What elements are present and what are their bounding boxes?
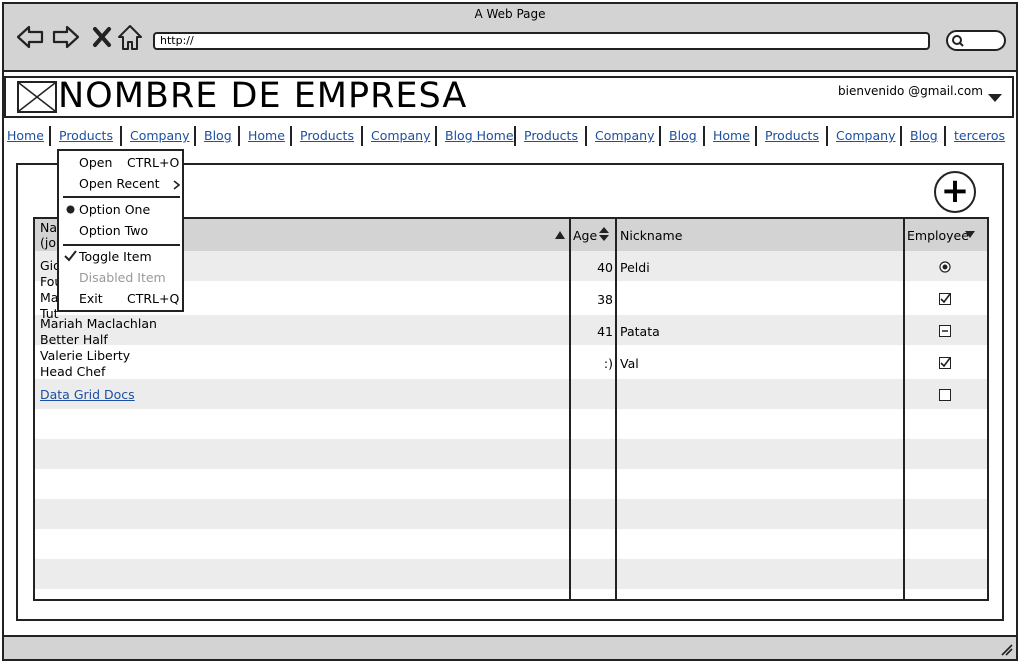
checkbox-indeterminate-icon[interactable] — [939, 325, 951, 337]
nav-link-blog[interactable]: Blog — [669, 128, 697, 144]
window-title: A Web Page — [474, 7, 546, 21]
context-menu: Open CTRL+O Open Recent Option One Optio… — [57, 149, 184, 312]
row-4-age: :) — [603, 356, 613, 371]
grid-stripe — [35, 379, 987, 409]
company-name: NOMBRE DE EMPRESA — [58, 76, 468, 116]
row-3-nickname: Patata — [620, 324, 660, 339]
sort-descending-icon[interactable] — [965, 231, 975, 238]
menu-item-exit-shortcut: CTRL+Q — [127, 291, 180, 306]
menu-divider — [63, 196, 180, 198]
menu-item-exit[interactable]: Exit — [79, 291, 103, 306]
grid-column-divider — [615, 219, 617, 599]
add-button[interactable]: + — [934, 171, 976, 213]
resize-grip-icon[interactable] — [1001, 644, 1013, 656]
nav-link-products[interactable]: Products — [59, 128, 113, 144]
menu-item-option-two[interactable]: Option Two — [79, 223, 148, 238]
grid-stripe — [35, 439, 987, 469]
row-3-age: 41 — [597, 324, 613, 339]
checkmark-icon — [64, 250, 77, 262]
grid-stripe — [35, 559, 987, 589]
nav-separator — [826, 126, 828, 146]
menu-item-open-shortcut: CTRL+O — [127, 155, 180, 170]
nav-separator — [194, 126, 196, 146]
row-1-nickname: Peldi — [620, 260, 650, 275]
radio-selected-icon[interactable] — [939, 261, 951, 273]
nav-link-company[interactable]: Company — [595, 128, 654, 144]
nav-link-home[interactable]: Home — [248, 128, 285, 144]
forward-icon[interactable] — [51, 22, 81, 52]
nav-separator — [755, 126, 757, 146]
nav-separator — [514, 126, 516, 146]
column-header-age[interactable]: Age — [573, 228, 597, 243]
menu-item-option-one[interactable]: Option One — [79, 202, 150, 217]
nav-separator — [703, 126, 705, 146]
row-2-age: 38 — [597, 292, 613, 307]
grid-stripe — [35, 315, 987, 345]
menu-item-toggle[interactable]: Toggle Item — [79, 249, 152, 264]
nav-separator — [290, 126, 292, 146]
nav-separator — [238, 126, 240, 146]
checkbox-checked-icon[interactable] — [939, 357, 951, 369]
menu-item-disabled: Disabled Item — [79, 270, 166, 285]
nav-separator — [361, 126, 363, 146]
address-bar[interactable]: http:// — [153, 32, 930, 50]
nav-separator — [49, 126, 51, 146]
row-4-subtitle: Head Chef — [40, 364, 106, 379]
nav-separator — [944, 126, 946, 146]
home-icon[interactable] — [115, 22, 145, 52]
nav-separator — [120, 126, 122, 146]
nav-link-blog-home[interactable]: Blog Home — [445, 128, 514, 144]
nav-link-products[interactable]: Products — [765, 128, 819, 144]
nav-separator — [659, 126, 661, 146]
sort-both-icon[interactable] — [599, 227, 609, 241]
nav-link-company[interactable]: Company — [130, 128, 189, 144]
menu-item-open[interactable]: Open — [79, 155, 112, 170]
column-header-employee[interactable]: Employee — [907, 228, 969, 243]
status-bar — [2, 635, 1018, 661]
user-email: bienvenido @gmail.com — [838, 84, 983, 98]
checkbox-unchecked-icon[interactable] — [939, 389, 951, 401]
search-icon — [952, 35, 964, 47]
nav-link-products[interactable]: Products — [524, 128, 578, 144]
back-icon[interactable] — [15, 22, 45, 52]
nav-link-home[interactable]: Home — [713, 128, 750, 144]
user-menu-chevron-down-icon[interactable] — [988, 94, 1002, 102]
row-1-age: 40 — [597, 260, 613, 275]
row-4-nickname: Val — [620, 356, 639, 371]
row-3-subtitle: Better Half — [40, 332, 108, 347]
nav-separator — [585, 126, 587, 146]
menu-item-open-recent[interactable]: Open Recent — [79, 176, 160, 191]
submenu-chevron-right-icon — [173, 180, 180, 190]
radio-bullet-icon — [66, 205, 75, 214]
column-header-name[interactable]: Na — [40, 220, 57, 236]
nav-link-products[interactable]: Products — [300, 128, 354, 144]
grid-column-divider — [903, 219, 905, 599]
nav-separator — [900, 126, 902, 146]
nav-link-blog[interactable]: Blog — [204, 128, 232, 144]
menu-divider — [63, 244, 180, 246]
logo-image-placeholder — [17, 81, 57, 113]
sort-ascending-icon[interactable] — [555, 231, 565, 239]
nav-link-company[interactable]: Company — [371, 128, 430, 144]
nav-link-blog[interactable]: Blog — [910, 128, 938, 144]
nav-link-home[interactable]: Home — [7, 128, 44, 144]
row-3-name: Mariah Maclachlan — [40, 316, 157, 331]
close-icon[interactable] — [88, 22, 118, 52]
nav-link-terceros[interactable]: terceros — [954, 128, 1005, 144]
column-header-nickname[interactable]: Nickname — [620, 228, 682, 243]
grid-stripe — [35, 499, 987, 529]
nav-separator — [435, 126, 437, 146]
nav-link-company[interactable]: Company — [836, 128, 895, 144]
browser-search-field[interactable] — [946, 30, 1006, 51]
data-grid-docs-link[interactable]: Data Grid Docs — [40, 387, 157, 403]
row-2-name: Ma — [40, 290, 59, 305]
checkbox-checked-icon[interactable] — [939, 293, 951, 305]
row-4-name: Valerie Liberty — [40, 348, 131, 363]
grid-column-divider — [569, 219, 571, 599]
